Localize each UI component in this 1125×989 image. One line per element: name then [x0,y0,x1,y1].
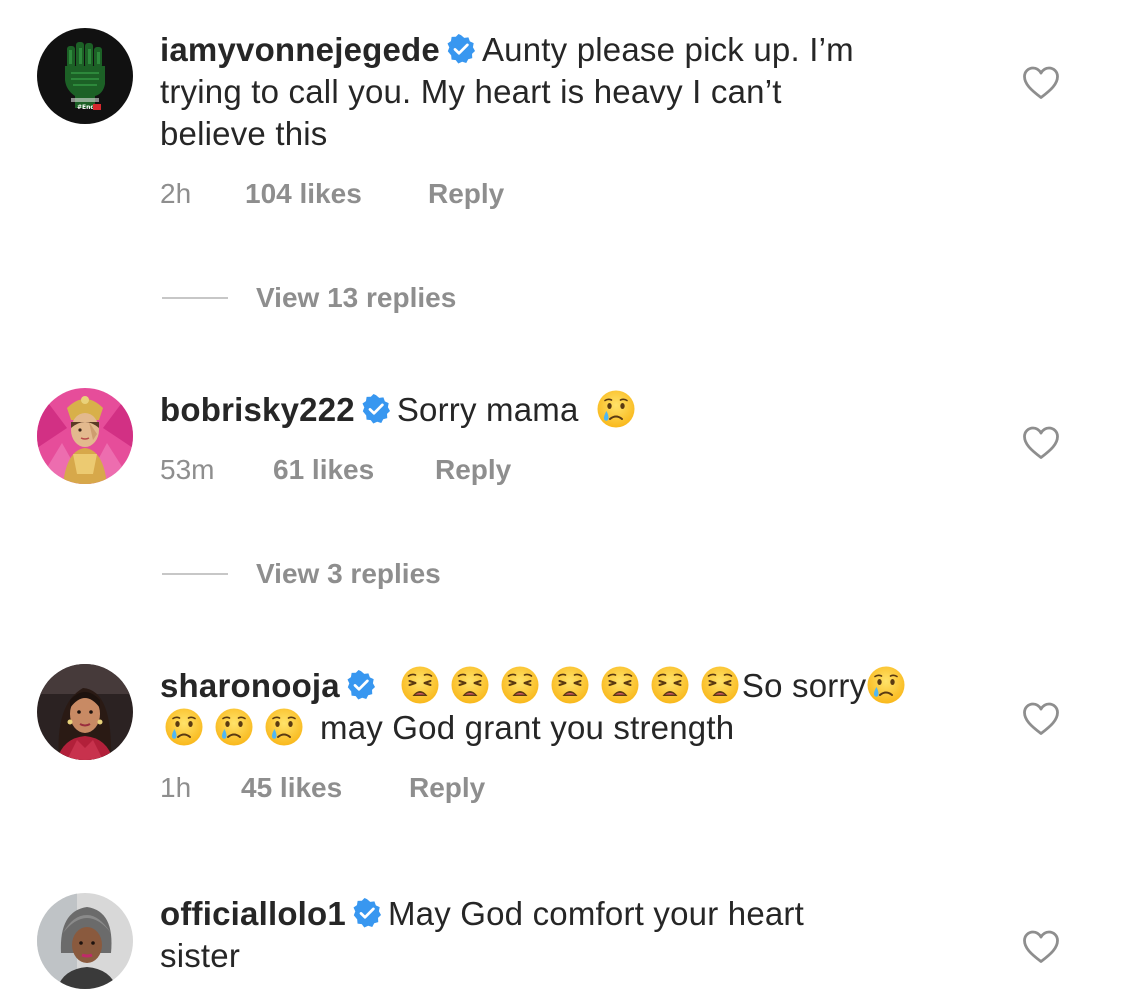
view-replies-button[interactable]: View 13 replies [162,282,456,314]
verified-badge-icon [352,898,382,928]
comment-time: 2h [160,178,192,209]
comment-username[interactable]: bobrisky222 [160,391,355,428]
comment-text: Sorry mama [396,391,579,428]
reply-button[interactable]: Reply [409,772,485,804]
comment-username[interactable]: iamyvonnejegede [160,31,440,68]
divider-line [162,572,228,575]
comment-body: sharonooja So sorry may God grant you str… [160,665,1000,749]
crying-face-emoji [214,707,254,747]
comment-meta: 1h 45 likes Reply [160,772,485,804]
weary-face-emoji [550,665,590,705]
weary-face-emoji [500,665,540,705]
comment-body: bobrisky222 Sorry mama [160,389,1000,431]
heart-outline-icon[interactable] [1022,66,1060,100]
comment-username[interactable]: sharonooja [160,667,340,704]
comment-body: iamyvonnejegede Aunty please pick up. I’m… [160,29,1000,155]
avatar[interactable] [37,893,133,989]
avatar-badge-text: #End [77,104,95,111]
comment-likes[interactable]: 45 likes [241,772,409,804]
heart-outline-icon[interactable] [1022,702,1060,736]
view-replies-label: View 13 replies [256,282,457,313]
verified-badge-icon [361,394,391,424]
avatar[interactable] [37,664,133,760]
avatar[interactable]: #End [37,28,133,124]
comment-body: officiallolo1 May God comfort your heart … [160,893,1000,977]
comment-text-line-2: may God grant you strength [320,709,735,746]
comment-text-line-3: believe this [160,115,328,152]
divider-line [162,296,228,299]
comment-username[interactable]: officiallolo1 [160,895,346,932]
comment-likes[interactable]: 61 likes [273,454,435,486]
comment-text-line-1: Aunty please pick up. I’m [481,31,854,68]
comment-likes[interactable]: 104 likes [245,178,428,210]
crying-face-emoji [264,707,304,747]
view-replies-button[interactable]: View 3 replies [162,558,441,590]
heart-outline-icon[interactable] [1022,930,1060,964]
reply-button[interactable]: Reply [428,178,504,210]
view-replies-label: View 3 replies [256,558,441,589]
crying-face-emoji [596,389,636,429]
heart-outline-icon[interactable] [1022,426,1060,460]
weary-face-emoji [600,665,640,705]
weary-face-emoji [450,665,490,705]
weary-face-emoji [650,665,690,705]
crying-face-emoji [164,707,204,747]
reply-button[interactable]: Reply [435,454,511,486]
comment-text-line-1: So sorry [741,667,867,704]
comment-meta: 2h 104 likes Reply [160,178,504,210]
crying-face-emoji [866,665,906,705]
comment-time: 53m [160,454,215,485]
weary-face-emoji [400,665,440,705]
comment-meta: 53m 61 likes Reply [160,454,511,486]
verified-badge-icon [446,34,476,64]
comment-time: 1h [160,772,192,803]
comment-text-line-1: May God comfort your heart [387,895,804,932]
comment-text-line-2: sister [160,937,241,974]
weary-face-emoji [700,665,740,705]
avatar[interactable] [37,388,133,484]
comment-text-line-2: trying to call you. My heart is heavy I … [160,73,782,110]
verified-badge-icon [346,670,376,700]
